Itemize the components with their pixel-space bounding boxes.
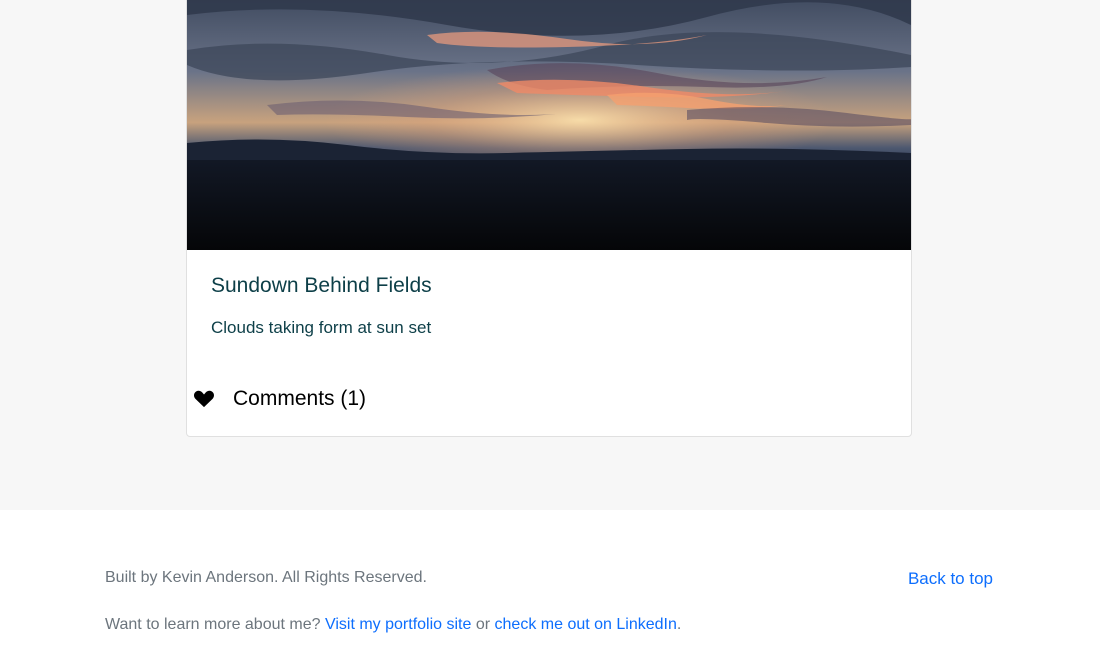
footer-about: Want to learn more about me? Visit my po… bbox=[105, 616, 681, 634]
comments-button[interactable]: Comments (1) bbox=[193, 387, 366, 411]
trailing-period: . bbox=[676, 616, 682, 633]
page-footer: Built by Kevin Anderson. All Rights Rese… bbox=[0, 510, 1100, 650]
portfolio-link[interactable]: Visit my portfolio site bbox=[325, 616, 471, 633]
card-title: Sundown Behind Fields bbox=[211, 274, 432, 297]
card-image[interactable] bbox=[187, 0, 911, 250]
photo-card: Sundown Behind Fields Clouds taking form… bbox=[186, 0, 912, 437]
comments-label: Comments (1) bbox=[233, 387, 367, 410]
linkedin-link[interactable]: check me out on LinkedIn bbox=[495, 616, 677, 633]
heart-icon bbox=[194, 390, 214, 408]
album-section: Sundown Behind Fields Clouds taking form… bbox=[0, 0, 1100, 510]
learn-more-text: Want to learn more about me? bbox=[105, 616, 321, 633]
back-to-top-link[interactable]: Back to top bbox=[908, 569, 993, 589]
card-description: Clouds taking form at sun set bbox=[211, 318, 432, 337]
footer-credit: Built by Kevin Anderson. All Rights Rese… bbox=[105, 569, 427, 586]
or-text: or bbox=[475, 616, 491, 633]
